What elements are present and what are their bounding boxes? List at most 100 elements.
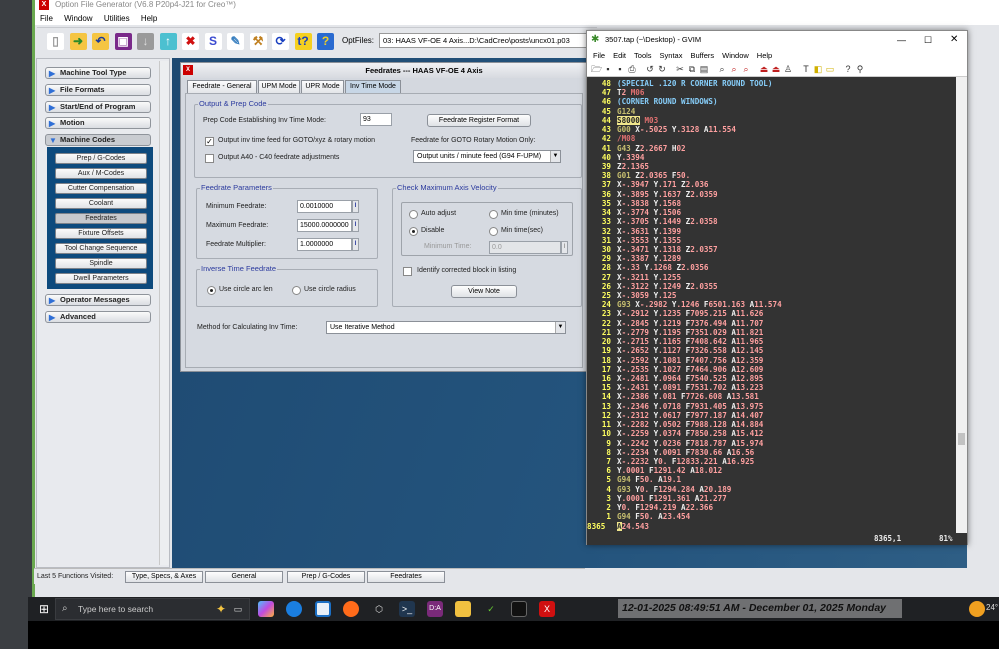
subnav-cutter-compensation[interactable]: Cutter Compensation [55,183,147,194]
new-file-icon[interactable]: ▯ [47,33,64,50]
tag-icon[interactable]: ▭ [825,63,835,75]
nav-machine-codes[interactable]: ▼ Machine Codes [45,134,151,146]
refresh-icon[interactable]: ⟳ [272,33,289,50]
menu-utilities[interactable]: Utilities [104,14,130,23]
min-feedrate-spinner[interactable]: I [352,200,359,213]
context-help-icon[interactable]: t? [294,33,312,50]
option-file-generator-taskbar-icon[interactable]: X [539,601,555,617]
task-view-icon[interactable]: ▭ [230,601,246,617]
tools-icon[interactable]: ⚒ [249,33,267,50]
shell-icon[interactable]: ◧ [813,63,823,75]
gvim-menu-syntax[interactable]: Syntax [660,51,683,60]
minimum-time-input[interactable]: 0.0 [489,241,561,254]
min-time-sec-radio[interactable] [489,227,498,236]
subnav-dwell-parameters[interactable]: Dwell Parameters [55,273,147,284]
view-note-button[interactable]: View Note [451,285,517,298]
scroll-thumb[interactable] [958,433,965,445]
menu-file[interactable]: File [40,14,53,23]
subnav-feedrates[interactable]: Feedrates [55,213,147,224]
nav-file-formats[interactable]: ▶ File Formats [45,84,151,96]
windows-start-icon[interactable]: ⊞ [36,601,52,617]
tab-inv-time-mode[interactable]: Inv Time Mode [345,80,401,93]
subnav-spindle[interactable]: Spindle [55,258,147,269]
find-next-icon[interactable]: ⌕ [729,63,739,75]
save-icon[interactable]: ▪ [603,63,613,75]
feedrate-multiplier-input[interactable]: 1.0000000 [297,238,352,251]
minimize-icon[interactable]: — [897,31,906,49]
last-function-button[interactable]: Type, Specs, & Axes [125,571,203,583]
nav-advanced[interactable]: ▶ Advanced [45,311,151,323]
feedrate-register-format-button[interactable]: Feedrate Register Format [427,114,531,127]
identify-corrected-block-checkbox[interactable] [403,267,412,276]
gvim-menu-window[interactable]: Window [722,51,749,60]
max-feedrate-spinner[interactable]: I [352,219,359,232]
edit-icon[interactable]: ✎ [227,33,244,50]
download-icon[interactable]: ↓ [137,33,154,50]
find-prev-icon[interactable]: ⌕ [741,63,751,75]
undo-folder-icon[interactable]: ↶ [92,33,109,50]
dia-app-icon[interactable]: D:A [427,601,443,617]
redo-icon[interactable]: ↻ [657,63,667,75]
nav-operator-messages[interactable]: ▶ Operator Messages [45,294,151,306]
method-select[interactable]: Use Iterative Method ▼ [326,321,566,334]
circle-radius-radio[interactable] [292,286,301,295]
gvim-menu-edit[interactable]: Edit [613,51,626,60]
subnav-fixture-offsets[interactable]: Fixture Offsets [55,228,147,239]
max-feedrate-input[interactable]: 15000.0000000 [297,219,352,232]
nav-machine-tool-type[interactable]: ▶ Machine Tool Type [45,67,151,79]
inv-time-feed-checkbox[interactable]: ✓ [205,137,214,146]
tab-upm-mode[interactable]: UPM Mode [258,80,300,93]
gvim-menu-help[interactable]: Help [757,51,772,60]
optfiles-select[interactable]: 03: HAAS VF-OE 4 Axis...D:\CadCreo\posts… [379,33,593,48]
gvim-scrollbar[interactable] [956,77,967,533]
help-icon[interactable]: ? [843,63,853,75]
undo-icon[interactable]: ↺ [645,63,655,75]
gvim-menu-tools[interactable]: Tools [634,51,652,60]
auto-adjust-radio[interactable] [409,210,418,219]
print-icon[interactable]: ⎙ [627,63,637,75]
subnav-aux-m-codes[interactable]: Aux / M-Codes [55,168,147,179]
hex-app-icon[interactable]: ⬡ [371,601,387,617]
copy-icon[interactable]: ⧉ [687,63,697,75]
prep-code-input[interactable]: 93 [360,113,392,126]
find-replace-icon[interactable]: ⌕ [717,63,727,75]
firefox-icon[interactable] [343,601,359,617]
subnav-tool-change-sequence[interactable]: Tool Change Sequence [55,243,147,254]
find-help-icon[interactable]: ⚲ [855,63,865,75]
open-folder-icon[interactable]: ➜ [69,33,87,50]
paste-icon[interactable]: ▤ [699,63,709,75]
circle-arc-len-radio[interactable] [207,286,216,295]
goto-feedrate-select[interactable]: Output units / minute feed (G94 F-UPM) ▼ [413,150,561,163]
terminal-icon[interactable] [511,601,527,617]
tab-feedrate-general[interactable]: Feedrate - General [187,80,257,93]
upload-icon[interactable]: ↑ [159,33,177,50]
last-function-button[interactable]: Prep / G-Codes [287,571,365,583]
copilot-icon[interactable] [258,601,274,617]
minimum-time-spinner[interactable]: I [561,241,568,254]
make-icon[interactable]: T [801,63,811,75]
a40-c40-checkbox[interactable] [205,154,214,163]
file-explorer-icon[interactable] [455,601,471,617]
last-function-button[interactable]: General [205,571,283,583]
nav-start-end-of-program[interactable]: ▶ Start/End of Program [45,101,151,113]
weather-icon[interactable] [969,601,985,617]
subnav-prep-g-codes[interactable]: Prep / G-Codes [55,153,147,164]
edge-icon[interactable] [286,601,302,617]
menu-window[interactable]: Window [64,14,92,23]
nav-motion[interactable]: ▶ Motion [45,117,151,129]
disable-radio[interactable] [409,227,418,236]
delete-icon[interactable]: ✖ [182,33,199,50]
gvim-taskbar-icon[interactable]: ✓ [483,601,499,617]
nav-scrollbar[interactable] [159,61,169,565]
load-session-icon[interactable]: ⏏ [759,63,769,75]
open-icon[interactable]: 🗁 [591,63,602,75]
feedrate-multiplier-spinner[interactable]: I [352,238,359,251]
cut-icon[interactable]: ✂ [675,63,685,75]
run-script-icon[interactable]: ♙ [783,63,793,75]
save-icon[interactable]: ▣ [114,33,132,50]
script-icon[interactable]: S [204,33,222,50]
taskbar-search[interactable]: ⌕ Type here to search ✦ [55,598,250,620]
subnav-coolant[interactable]: Coolant [55,198,147,209]
gvim-menu-file[interactable]: File [593,51,605,60]
gvim-text-area[interactable]: 48(SPECIAL .120 R CORNER ROUND TOOL)(SPE… [587,77,956,533]
